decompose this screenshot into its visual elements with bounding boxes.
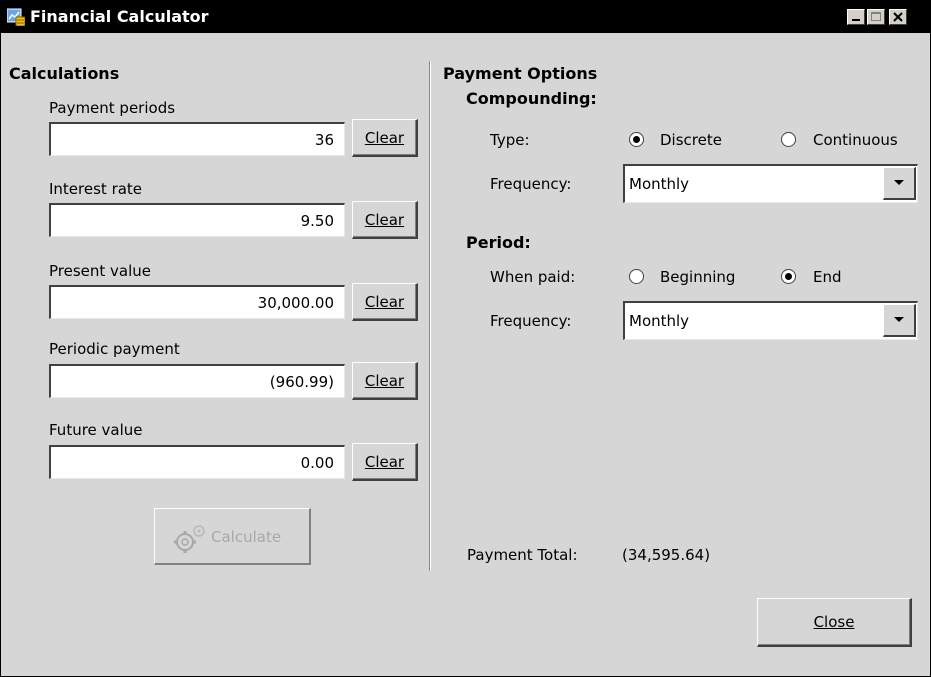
financial-calculator-window: Financial Calculator Calculations Paymen… bbox=[0, 0, 931, 677]
end-label: End bbox=[813, 268, 842, 286]
radio-selected-dot bbox=[633, 136, 640, 143]
periodic-payment-input[interactable]: (960.99) bbox=[49, 364, 345, 398]
window-title: Financial Calculator bbox=[30, 7, 209, 26]
radio-selected-dot bbox=[785, 273, 792, 280]
clear-label: Clear bbox=[364, 293, 405, 311]
radio-beginning[interactable] bbox=[629, 269, 644, 284]
clear-label: Clear bbox=[364, 211, 405, 229]
clear-label: Clear bbox=[364, 372, 405, 390]
periodic-payment-label: Periodic payment bbox=[49, 340, 180, 358]
calculate-button[interactable]: Calculate bbox=[154, 508, 311, 565]
period-heading: Period: bbox=[466, 233, 531, 252]
close-window-button[interactable] bbox=[889, 9, 907, 25]
type-label: Type: bbox=[490, 131, 530, 149]
period-frequency-value: Monthly bbox=[629, 312, 690, 330]
payment-total-label: Payment Total: bbox=[467, 546, 578, 564]
interest-rate-label: Interest rate bbox=[49, 180, 143, 198]
clear-label: Clear bbox=[364, 129, 405, 147]
dropdown-arrow-icon bbox=[894, 317, 904, 322]
close-label: Close bbox=[813, 613, 855, 631]
compounding-frequency-value: Monthly bbox=[629, 175, 690, 193]
clear-future-value-button[interactable]: Clear bbox=[352, 443, 418, 481]
dropdown-arrow-icon bbox=[894, 180, 904, 185]
payment-total-value: (34,595.64) bbox=[622, 546, 711, 564]
compounding-heading: Compounding: bbox=[466, 89, 597, 108]
discrete-label: Discrete bbox=[660, 131, 722, 149]
minimize-icon bbox=[852, 19, 860, 21]
clear-present-value-button[interactable]: Clear bbox=[352, 283, 418, 321]
payment-periods-label: Payment periods bbox=[49, 99, 176, 117]
title-bar: Financial Calculator bbox=[1, 1, 930, 33]
close-button[interactable]: Close bbox=[757, 598, 912, 647]
maximize-icon bbox=[871, 12, 881, 21]
payment-options-heading: Payment Options bbox=[443, 64, 598, 83]
when-paid-label: When paid: bbox=[490, 268, 576, 286]
compounding-frequency-dropdown-button[interactable] bbox=[883, 167, 916, 200]
calculate-label: Calculate bbox=[211, 528, 282, 546]
continuous-label: Continuous bbox=[813, 131, 898, 149]
minimize-button[interactable] bbox=[847, 9, 865, 25]
payment-periods-input[interactable]: 36 bbox=[49, 122, 345, 156]
gear-icon bbox=[173, 522, 209, 558]
interest-rate-input[interactable]: 9.50 bbox=[49, 203, 345, 237]
clear-payment-periods-button[interactable]: Clear bbox=[352, 119, 418, 157]
period-frequency-select[interactable]: Monthly bbox=[623, 301, 918, 340]
radio-end[interactable] bbox=[781, 269, 796, 284]
radio-continuous[interactable] bbox=[781, 132, 796, 147]
period-frequency-label: Frequency: bbox=[490, 312, 572, 330]
calculations-heading: Calculations bbox=[9, 64, 120, 83]
period-frequency-dropdown-button[interactable] bbox=[883, 304, 916, 337]
radio-discrete[interactable] bbox=[629, 132, 644, 147]
clear-periodic-payment-button[interactable]: Clear bbox=[352, 362, 418, 400]
clear-label: Clear bbox=[364, 453, 405, 471]
maximize-button[interactable] bbox=[867, 9, 885, 25]
compounding-frequency-label: Frequency: bbox=[490, 175, 572, 193]
clear-interest-rate-button[interactable]: Clear bbox=[352, 201, 418, 239]
app-icon bbox=[6, 8, 26, 27]
compounding-frequency-select[interactable]: Monthly bbox=[623, 164, 918, 203]
close-icon bbox=[893, 12, 903, 22]
present-value-input[interactable]: 30,000.00 bbox=[49, 285, 345, 319]
future-value-input[interactable]: 0.00 bbox=[49, 445, 345, 479]
vertical-divider bbox=[429, 61, 431, 571]
future-value-label: Future value bbox=[49, 421, 143, 439]
beginning-label: Beginning bbox=[660, 268, 736, 286]
present-value-label: Present value bbox=[49, 262, 152, 280]
